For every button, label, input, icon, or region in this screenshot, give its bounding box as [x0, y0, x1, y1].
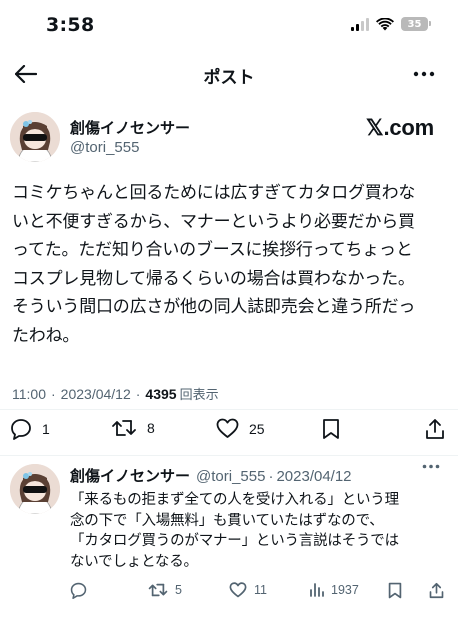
like-button[interactable]: 25 [216, 418, 265, 439]
reply-retweet-count: 5 [175, 583, 182, 597]
tweet-line: コミケちゃんと回るためには広すぎてカタログ買わな [12, 183, 416, 203]
tweet-line: そういう間口の広さが他の同人誌即売会と違う所だっ [12, 297, 416, 318]
meta-separator: · [135, 386, 141, 402]
tweet-time[interactable]: 11:00 [12, 386, 46, 402]
reply-actions: 5 11 1937 [0, 582, 458, 604]
tweet-line: ってた。ただ知り合いのブースに挨拶行ってちょっと [12, 240, 413, 261]
tweet-author: 創傷イノセンサー @tori_555 𝕏.com [0, 110, 458, 170]
analytics-icon [310, 583, 324, 597]
more-horizontal-icon [413, 71, 435, 77]
status-bar: 3:58 35 [0, 0, 458, 50]
battery-level: 35 [407, 18, 422, 30]
retweet-button[interactable]: 8 [111, 418, 155, 438]
reply-views-count: 1937 [331, 582, 359, 597]
avatar-illustration [10, 464, 60, 514]
tweet-line: コスプレ見物して帰るくらいの場合は買わなかった。 [12, 268, 415, 289]
header: ポスト [0, 56, 458, 92]
reply-handle[interactable]: @tori_555 [196, 468, 265, 485]
bookmark-button[interactable] [322, 418, 340, 440]
bookmark-icon [323, 419, 339, 439]
tweet-actions: 1 8 25 [0, 418, 458, 446]
battery-icon: 35 [401, 17, 431, 31]
retweet-icon [148, 583, 168, 597]
bookmark-icon [388, 582, 402, 599]
reply-reply-button[interactable] [70, 582, 94, 599]
more-button[interactable] [410, 60, 438, 88]
x-logo: 𝕏.com [365, 115, 434, 140]
tweet-line: いと不便すぎるから、マナーというより必要だから買 [12, 211, 415, 232]
avatar-illustration [10, 112, 60, 162]
author-handle[interactable]: @tori_555 [70, 139, 139, 156]
retweet-icon [112, 420, 136, 436]
tweet-meta: 11:00 · 2023/04/12 · 4395 回表示 [12, 384, 219, 403]
reply-display-name[interactable]: 創傷イノセンサー [70, 465, 190, 486]
views-label[interactable]: 回表示 [180, 384, 219, 403]
reply-separator: · [268, 468, 274, 485]
tweet-date[interactable]: 2023/04/12 [61, 386, 131, 402]
like-count: 25 [249, 420, 265, 437]
reply-tweet[interactable]: 創傷イノセンサー @tori_555 · 2023/04/12 「来るもの拒まず… [0, 456, 458, 606]
reply-line: ないでしょとなる。 [70, 553, 198, 570]
wifi-icon [376, 17, 394, 30]
reply-like-button[interactable]: 11 [229, 582, 267, 598]
reply-header: 創傷イノセンサー @tori_555 · 2023/04/12 [70, 465, 352, 486]
reply-line: 念の下で「入場無料」も貫いていたはずなので、 [70, 512, 384, 529]
more-horizontal-icon [422, 464, 440, 469]
reply-bookmark-button[interactable] [388, 582, 402, 599]
heart-icon [216, 418, 239, 438]
tweet-text: コミケちゃんと回るためには広すぎてカタログ買わな いと不便すぎるから、マナーとい… [12, 179, 452, 351]
reply-views-button[interactable]: 1937 [309, 582, 359, 597]
reply-retweet-button[interactable]: 5 [148, 582, 182, 598]
reply-button[interactable]: 1 [10, 418, 50, 440]
comment-icon [11, 419, 31, 440]
reply-more-button[interactable] [422, 464, 440, 469]
share-icon [429, 582, 444, 599]
views-count[interactable]: 4395 [145, 386, 176, 402]
status-icons: 35 [351, 17, 431, 31]
status-time: 3:58 [46, 14, 95, 36]
reply-line: 「来るもの拒まず全ての人を受け入れる」という理 [70, 492, 399, 508]
cellular-signal-icon [351, 17, 369, 31]
retweet-count: 8 [147, 420, 155, 436]
author-display-name[interactable]: 創傷イノセンサー [70, 117, 190, 138]
reply-text: 「来るもの拒まず全ての人を受け入れる」という理 念の下で「入場無料」も貫いていた… [70, 490, 450, 572]
meta-separator: · [51, 386, 56, 402]
divider [0, 409, 458, 410]
reply-date[interactable]: 2023/04/12 [276, 468, 351, 485]
avatar[interactable] [10, 464, 60, 514]
reply-share-button[interactable] [429, 582, 444, 599]
reply-like-count: 11 [254, 583, 267, 597]
share-icon [426, 419, 444, 439]
comment-icon [70, 582, 87, 599]
tweet-line: たわね。 [12, 325, 80, 346]
share-button[interactable] [425, 418, 445, 440]
avatar[interactable] [10, 112, 60, 162]
reply-line: 「カタログ買うのがマナー」という言説はそうでは [70, 533, 399, 549]
page-title: ポスト [203, 68, 255, 88]
heart-icon [229, 582, 247, 598]
reply-count: 1 [42, 421, 50, 437]
